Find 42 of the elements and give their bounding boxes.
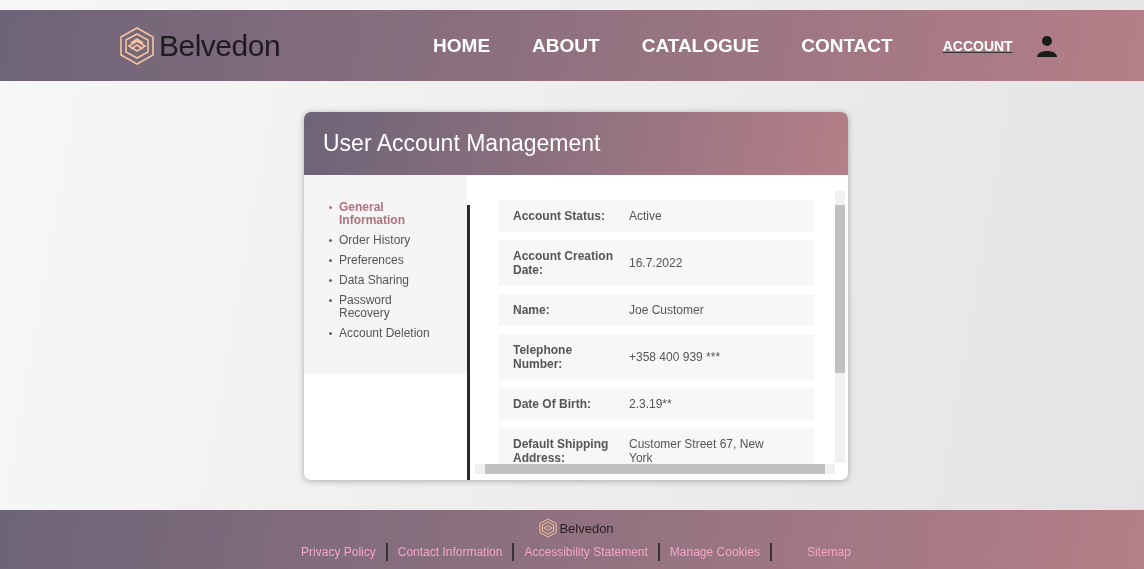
field-value: Active (629, 209, 663, 223)
horizontal-scrollbar[interactable] (475, 464, 835, 474)
nav-link[interactable]: CONTACT (801, 34, 893, 57)
field-label: Name: (513, 303, 551, 317)
sidebar-item[interactable]: Preferences (329, 254, 447, 267)
brand-name: Belvedon (559, 520, 614, 536)
footer-link[interactable]: Manage Cookies (669, 545, 760, 559)
field-value: Joe Customer (629, 303, 705, 317)
bullet-icon (329, 206, 332, 209)
account-link[interactable]: ACCOUNT (942, 37, 1013, 54)
user-icon[interactable] (1034, 33, 1059, 58)
logo-icon (117, 25, 157, 66)
bullet-icon (329, 332, 332, 335)
bullet-icon (329, 239, 332, 242)
bullet-icon (329, 259, 332, 262)
field-value: Customer Street 67, New York (629, 437, 765, 465)
card-title: User Account Management (323, 130, 601, 157)
bullet-icon (329, 299, 332, 302)
brand-name: Belvedon (159, 28, 281, 63)
nav-link[interactable]: HOME (433, 34, 491, 57)
field-label: Account Status: (513, 209, 606, 223)
field-value: +358 400 939 *** (629, 350, 722, 364)
logo-icon (538, 518, 559, 538)
footer-link[interactable]: Privacy Policy (301, 545, 376, 559)
bullet-icon (329, 279, 332, 282)
sidebar-item[interactable]: General Information (329, 201, 447, 227)
sidebar-item[interactable]: Password Recovery (329, 294, 447, 320)
footer-link[interactable]: Accessibility Statement (524, 545, 648, 559)
field-value: 2.3.19** (629, 397, 673, 411)
field-label: Default Shipping Address: (513, 437, 610, 465)
sidebar-item[interactable]: Account Deletion (329, 327, 447, 340)
footer-link[interactable]: Sitemap (806, 545, 851, 559)
field-value: 16.7.2022 (629, 256, 684, 270)
vertical-scrollbar[interactable] (835, 191, 845, 463)
footer-link[interactable]: Contact Information (397, 545, 503, 559)
field-label: Date Of Birth: (513, 397, 592, 411)
sidebar-item[interactable]: Data Sharing (329, 274, 447, 287)
sidebar-item[interactable]: Order History (329, 234, 447, 247)
field-label: Telephone Number: (513, 343, 574, 371)
nav-link[interactable]: ABOUT (532, 34, 600, 57)
nav-link[interactable]: CATALOGUE (641, 34, 760, 57)
field-label: Account Creation Date: (513, 249, 614, 277)
